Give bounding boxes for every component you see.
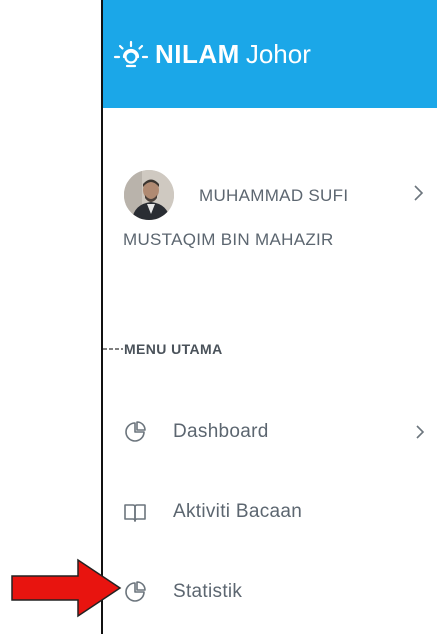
sidebar-item-statistik[interactable]: Statistik [103, 572, 437, 612]
user-profile[interactable]: MUHAMMAD SUFI MUSTAQIM BIN MAHAZIR [103, 170, 437, 280]
profile-name-line-1: MUHAMMAD SUFI [199, 186, 349, 205]
sidebar-item-aktiviti-bacaan[interactable]: Aktiviti Bacaan [103, 492, 437, 532]
sidebar-header: NILAM Johor [103, 0, 437, 108]
avatar[interactable] [124, 170, 174, 220]
red-arrow-pointer-icon [11, 558, 122, 618]
section-divider [103, 348, 123, 350]
profile-name-line-2: MUSTAQIM BIN MAHAZIR [123, 230, 334, 249]
brand-logo[interactable]: NILAM Johor [113, 39, 311, 70]
brand-region: Johor [245, 38, 311, 69]
open-book-icon [124, 504, 146, 522]
chevron-right-icon[interactable] [412, 421, 428, 443]
sidebar-item-label: Aktiviti Bacaan [173, 501, 303, 522]
pie-chart-icon [125, 421, 146, 442]
chevron-right-icon[interactable] [410, 182, 428, 204]
sidebar-item-dashboard[interactable]: Dashboard [103, 412, 437, 452]
sidebar-item-label: Statistik [173, 581, 243, 602]
sidebar-item-label: Dashboard [173, 421, 269, 442]
sun-icon [113, 40, 149, 68]
section-title-menu-utama: MENU UTAMA [124, 341, 223, 357]
avatar-photo [124, 170, 174, 220]
pie-chart-icon [125, 581, 146, 602]
brand-name: NILAM [155, 38, 240, 69]
